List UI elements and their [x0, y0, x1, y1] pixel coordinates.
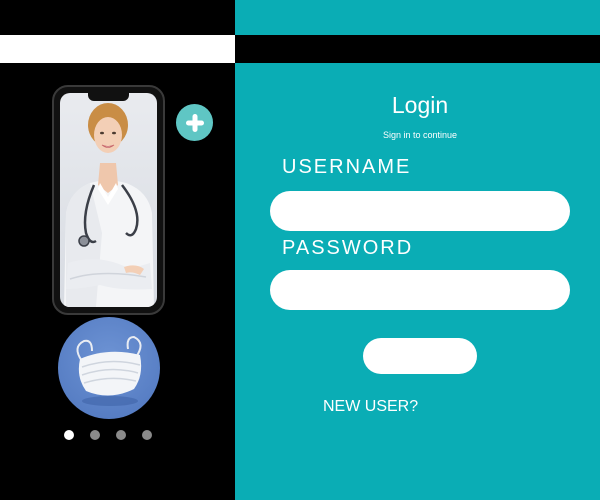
doctor-illustration	[64, 103, 154, 307]
top-stripe-white	[0, 35, 235, 63]
face-mask-image	[58, 317, 160, 419]
username-label: USERNAME	[282, 156, 412, 178]
new-user-link[interactable]: NEW USER?	[323, 398, 418, 416]
doctor-photo	[60, 93, 157, 307]
carousel-dot-3[interactable]	[116, 430, 126, 440]
login-title: Login	[391, 92, 449, 118]
carousel-dot-1[interactable]	[64, 430, 74, 440]
username-input[interactable]	[270, 191, 570, 231]
carousel-dot-4[interactable]	[142, 430, 152, 440]
add-button[interactable]	[176, 104, 213, 141]
carousel-dot-2[interactable]	[90, 430, 100, 440]
plus-icon	[185, 113, 204, 132]
password-label: PASSWORD	[282, 237, 414, 259]
login-submit-button[interactable]	[363, 338, 477, 374]
carousel-dots	[64, 430, 152, 440]
phone-notch	[88, 93, 129, 101]
face-mask-icon	[76, 335, 142, 406]
top-stripe-black	[235, 35, 600, 63]
login-subtitle: Sign in to continue	[382, 130, 458, 140]
phone-mockup	[52, 85, 165, 315]
password-input[interactable]	[270, 270, 570, 310]
